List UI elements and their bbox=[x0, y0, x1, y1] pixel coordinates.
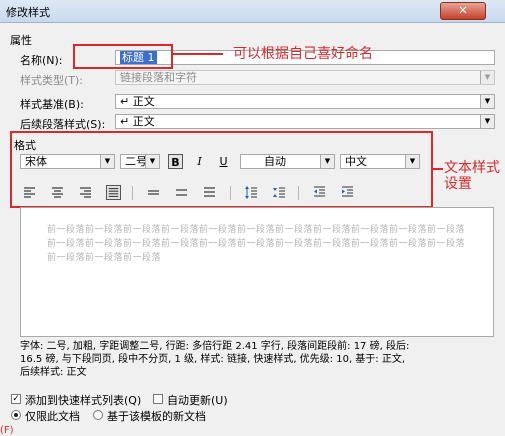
toolbar-separator bbox=[132, 186, 133, 200]
font-size-select[interactable]: 二号 ▼ bbox=[120, 154, 160, 169]
align-left-icon[interactable] bbox=[22, 185, 37, 200]
align-center-icon[interactable] bbox=[50, 185, 65, 200]
single-spacing-icon[interactable] bbox=[146, 185, 161, 200]
next-style-label: 后续段落样式(S): bbox=[20, 118, 106, 131]
toolbar-separator bbox=[298, 186, 299, 200]
font-color-value: 自动 bbox=[264, 155, 286, 168]
description-line: 16.5 磅, 与下段同页, 段中不分页, 1 级, 样式: 链接, 快速样式,… bbox=[20, 354, 406, 365]
new-documents-template-label: 基于该模板的新文档 bbox=[107, 410, 206, 423]
style-preview-pane: 前一段落前一段落前一段落前一段落前一段落前一段落前一段落前一段落前一段落前一段落… bbox=[20, 207, 494, 337]
auto-update-label: 自动更新(U) bbox=[167, 394, 228, 407]
font-size-value: 二号 bbox=[125, 155, 147, 168]
add-quick-style-label: 添加到快速样式列表(Q) bbox=[25, 394, 142, 407]
base-style-select[interactable]: ↵ 正文 ▼ bbox=[115, 94, 495, 109]
format-group-label: 格式 bbox=[14, 139, 36, 152]
style-description: 字体: 二号, 加粗, 字距调整二号, 行距: 多倍行距 2.41 字行, 段落… bbox=[20, 340, 494, 384]
double-spacing-icon[interactable] bbox=[202, 185, 217, 200]
style-type-select: 链接段落和字符 ▼ bbox=[115, 70, 495, 85]
decrease-indent-icon[interactable] bbox=[312, 185, 327, 200]
align-right-icon[interactable] bbox=[78, 185, 93, 200]
base-style-value: ↵ 正文 bbox=[120, 95, 155, 108]
next-style-value: ↵ 正文 bbox=[120, 115, 155, 128]
toolbar-separator bbox=[230, 186, 231, 200]
one-half-spacing-icon[interactable] bbox=[174, 185, 189, 200]
add-quick-style-checkbox[interactable]: ✓ bbox=[11, 394, 21, 404]
chevron-down-icon[interactable]: ▼ bbox=[320, 155, 334, 168]
new-documents-template-radio[interactable] bbox=[93, 410, 103, 420]
name-annotation-text: 可以根据自己喜好命名 bbox=[233, 46, 373, 62]
format-button-partial[interactable]: (F) bbox=[0, 425, 14, 436]
next-style-select[interactable]: ↵ 正文 ▼ bbox=[115, 114, 495, 129]
font-color-select[interactable]: 自动 ▼ bbox=[240, 154, 335, 169]
bold-button[interactable]: B bbox=[168, 154, 183, 169]
font-value: 宋体 bbox=[25, 155, 47, 168]
properties-group-label: 属性 bbox=[10, 34, 32, 47]
italic-button[interactable]: I bbox=[192, 154, 207, 169]
close-button[interactable]: ✕ bbox=[440, 2, 486, 20]
format-highlight-box bbox=[10, 131, 433, 208]
chevron-down-icon[interactable]: ▼ bbox=[480, 115, 494, 128]
description-line: 字体: 二号, 加粗, 字距调整二号, 行距: 多倍行距 2.41 字行, 段落… bbox=[20, 341, 410, 352]
increase-indent-icon[interactable] bbox=[340, 185, 355, 200]
language-select[interactable]: 中文 ▼ bbox=[340, 154, 420, 169]
title-bar bbox=[0, 0, 505, 23]
language-value: 中文 bbox=[345, 155, 367, 168]
description-line: 后续样式: 正文 bbox=[20, 367, 87, 378]
preview-line: 前一段落前一段落前一段落前一段落前一段落前一段落前一段落前一段落前一段落前一段落… bbox=[47, 225, 466, 235]
style-type-label: 样式类型(T): bbox=[20, 74, 84, 87]
chevron-down-icon[interactable]: ▼ bbox=[405, 155, 419, 168]
font-select[interactable]: 宋体 ▼ bbox=[20, 154, 115, 169]
chevron-down-icon[interactable]: ▼ bbox=[145, 155, 159, 168]
justify-icon[interactable] bbox=[106, 185, 121, 200]
base-style-label: 样式基准(B): bbox=[20, 98, 84, 111]
chevron-down-icon: ▼ bbox=[480, 71, 494, 84]
preview-line: 前一段落前一段落前一段落 bbox=[47, 253, 162, 263]
underline-button[interactable]: U bbox=[216, 154, 231, 169]
format-annotation-text-2: 设置 bbox=[444, 176, 472, 192]
name-label: 名称(N): bbox=[20, 54, 63, 67]
decrease-paragraph-spacing-icon[interactable] bbox=[272, 185, 287, 200]
name-highlight-box bbox=[73, 44, 173, 69]
style-type-value: 链接段落和字符 bbox=[120, 71, 197, 84]
auto-update-checkbox[interactable] bbox=[153, 394, 163, 404]
chevron-down-icon[interactable]: ▼ bbox=[100, 155, 114, 168]
name-annotation-line bbox=[173, 53, 223, 55]
format-annotation-line bbox=[433, 168, 443, 170]
increase-paragraph-spacing-icon[interactable] bbox=[244, 185, 259, 200]
window-title: 修改样式 bbox=[6, 6, 50, 19]
only-this-document-radio[interactable] bbox=[11, 410, 21, 420]
only-this-document-label: 仅限此文档 bbox=[25, 410, 80, 423]
chevron-down-icon[interactable]: ▼ bbox=[480, 95, 494, 108]
preview-line: 前一段落前一段落前一段落前一段落前一段落前一段落前一段落前一段落前一段落前一段落… bbox=[47, 239, 466, 249]
